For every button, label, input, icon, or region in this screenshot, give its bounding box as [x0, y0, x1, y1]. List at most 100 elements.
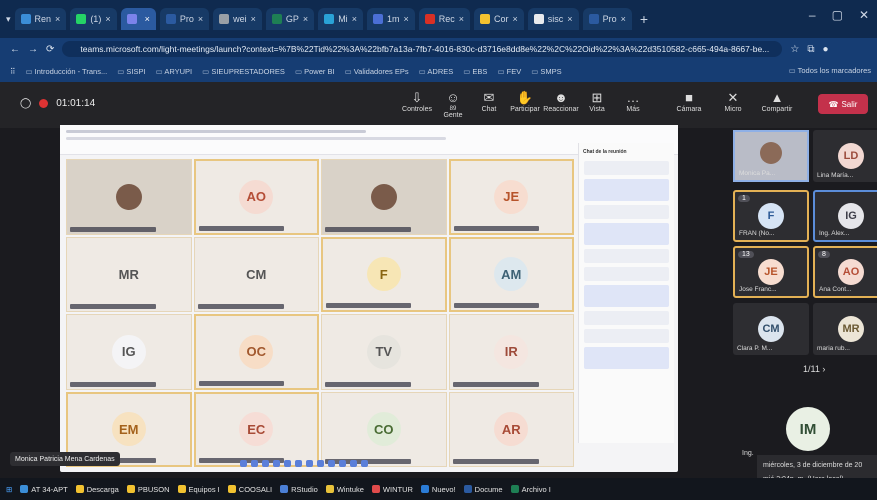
browser-tab[interactable]: Ren ×: [14, 8, 67, 30]
tile-name-bar: [453, 303, 539, 308]
close-icon[interactable]: ✕: [859, 8, 869, 22]
shared-tile: IR: [448, 314, 574, 390]
back-icon[interactable]: ←: [10, 44, 20, 55]
bookmark-item[interactable]: Power BI: [295, 67, 334, 76]
bookmark-item[interactable]: ARYUPI: [156, 67, 192, 76]
participant-tile[interactable]: CM Clara P. M...: [733, 303, 809, 355]
control-chat[interactable]: ✉ Chat: [472, 90, 506, 119]
bookmark-item[interactable]: SMPS: [531, 67, 561, 76]
reload-icon[interactable]: ⟳: [46, 44, 54, 55]
browser-tab[interactable]: sisc ×: [527, 8, 579, 30]
bookmark-item[interactable]: Validadores EPs: [345, 67, 409, 76]
big-avatar-name: Ing.: [742, 450, 754, 457]
bookmark-item[interactable]: ADRES: [419, 67, 453, 76]
bookmark-item[interactable]: Introducción - Trans...: [26, 67, 108, 76]
tab-close-icon[interactable]: ×: [105, 14, 110, 24]
meeting-toolbar: ◯ 01:01:14 ⇩ Controles ☺ 89 Gente ✉ Chat ✋ Parti…: [0, 82, 877, 128]
browser-tab[interactable]: wei ×: [213, 8, 262, 30]
taskbar-item[interactable]: PBUSON: [126, 484, 170, 494]
shared-tile: F: [321, 236, 447, 312]
minimize-icon[interactable]: –: [809, 8, 816, 22]
browser-tab[interactable]: 1m ×: [366, 8, 415, 30]
participant-tile[interactable]: 13 JE Jose Franc...: [733, 246, 809, 298]
participant-tile[interactable]: 1 F FRAN (No...: [733, 190, 809, 242]
taskbar-label: PBUSON: [137, 484, 170, 494]
tab-close-icon[interactable]: ×: [303, 14, 308, 24]
taskbar-item[interactable]: AT 34-APT: [20, 484, 68, 494]
control-compartir[interactable]: ▲ Compartir: [760, 90, 794, 113]
app-icon: [463, 484, 472, 493]
control-participar[interactable]: ✋ Participar: [508, 90, 542, 119]
forward-icon[interactable]: →: [28, 44, 38, 55]
profile-icon[interactable]: ●: [823, 44, 829, 55]
browser-tab[interactable]: ×: [120, 8, 156, 30]
control-label: Reaccionar: [543, 106, 579, 113]
control-micro[interactable]: ✕ Micro: [716, 90, 750, 113]
bookmark-item[interactable]: FEV: [497, 67, 522, 76]
tab-close-icon[interactable]: ×: [352, 14, 357, 24]
taskbar-item[interactable]: COOSALI: [227, 484, 272, 494]
gallery-pager[interactable]: 1/11 ›: [803, 364, 825, 374]
participant-tile[interactable]: MR maria rub...: [813, 303, 877, 355]
timer-text: 01:01:14: [56, 98, 96, 109]
browser-tab[interactable]: Cor ×: [474, 8, 524, 30]
participant-tile[interactable]: 8 AO Ana Cont...: [813, 246, 877, 298]
tab-close-icon[interactable]: ×: [145, 14, 150, 24]
participar-icon: ✋: [516, 90, 534, 105]
bookmark-item[interactable]: SISPI: [117, 67, 145, 76]
taskbar-item[interactable]: Docume: [463, 484, 503, 494]
bookmark-item[interactable]: SIEUPRESTADORES: [202, 67, 285, 76]
browser-tab[interactable]: Pro ×: [159, 8, 210, 30]
extensions-icon[interactable]: ⧉: [807, 44, 814, 55]
leave-button[interactable]: ☎ Salir: [818, 94, 868, 114]
control-vista[interactable]: ⊞ Vista: [580, 90, 614, 119]
taskbar-item[interactable]: RStudio: [280, 484, 318, 494]
browser-tab[interactable]: Pro ×: [582, 8, 632, 30]
taskbar-item[interactable]: Nuevo!: [420, 484, 456, 494]
tab-favicon-icon: [372, 14, 383, 24]
tab-close-icon[interactable]: ×: [403, 14, 408, 24]
avatar: AO: [838, 259, 864, 285]
participant-tile[interactable]: IG Ing. Alex...: [813, 190, 877, 242]
tab-close-icon[interactable]: ×: [513, 14, 518, 24]
shared-chat-panel: Chat de la reunión: [578, 143, 674, 443]
self-video-tile[interactable]: Monica Pa...: [733, 130, 809, 182]
shared-tile: OC: [193, 314, 319, 390]
star-icon[interactable]: ☆: [790, 44, 799, 55]
control-controles[interactable]: ⇩ Controles: [400, 90, 434, 119]
avatar: EM: [111, 412, 146, 447]
tab-menu-icon[interactable]: ▾: [6, 14, 11, 25]
browser-tab[interactable]: (1) ×: [70, 8, 117, 30]
tab-close-icon[interactable]: ×: [198, 14, 203, 24]
participant-tile[interactable]: LD Lina María...: [813, 130, 877, 182]
tab-close-icon[interactable]: ×: [621, 14, 626, 24]
tab-close-icon[interactable]: ×: [567, 14, 572, 24]
taskbar-item[interactable]: Equipos I: [177, 484, 220, 494]
all-bookmarks[interactable]: Todos los marcadores: [789, 66, 871, 75]
taskbar-item[interactable]: Wintuke: [325, 484, 364, 494]
taskbar-item[interactable]: WINTUR: [371, 484, 413, 494]
control-gente[interactable]: ☺ 89 Gente: [436, 90, 470, 119]
url-field[interactable]: teams.microsoft.com/light-meetings/launc…: [62, 41, 783, 57]
browser-tab[interactable]: Mi ×: [318, 8, 363, 30]
tab-close-icon[interactable]: ×: [459, 14, 464, 24]
browser-tab[interactable]: GP ×: [265, 8, 315, 30]
maximize-icon[interactable]: ▢: [832, 8, 843, 22]
new-tab-button[interactable]: +: [640, 11, 648, 27]
taskbar-item[interactable]: Descarga: [75, 484, 119, 494]
meeting-timer: ◯ 01:01:14: [20, 98, 95, 109]
apps-icon[interactable]: ⠿: [10, 67, 16, 76]
start-icon[interactable]: ⊞: [6, 485, 12, 494]
tile-name-bar: [453, 225, 539, 231]
taskbar-item[interactable]: Archivo I: [510, 484, 551, 494]
participant-name: Lina María...: [817, 172, 854, 179]
recording-icon: [39, 99, 49, 108]
participant-name: Ing. Alex...: [819, 230, 850, 237]
control-reaccionar[interactable]: ☻ Reaccionar: [543, 90, 579, 119]
control-cámara[interactable]: ■ Cámara: [672, 90, 706, 113]
control-más[interactable]: … Más: [616, 90, 650, 119]
tab-close-icon[interactable]: ×: [55, 14, 60, 24]
tab-close-icon[interactable]: ×: [251, 14, 256, 24]
browser-tab[interactable]: Rec ×: [418, 8, 471, 30]
bookmark-item[interactable]: EBS: [463, 67, 487, 76]
